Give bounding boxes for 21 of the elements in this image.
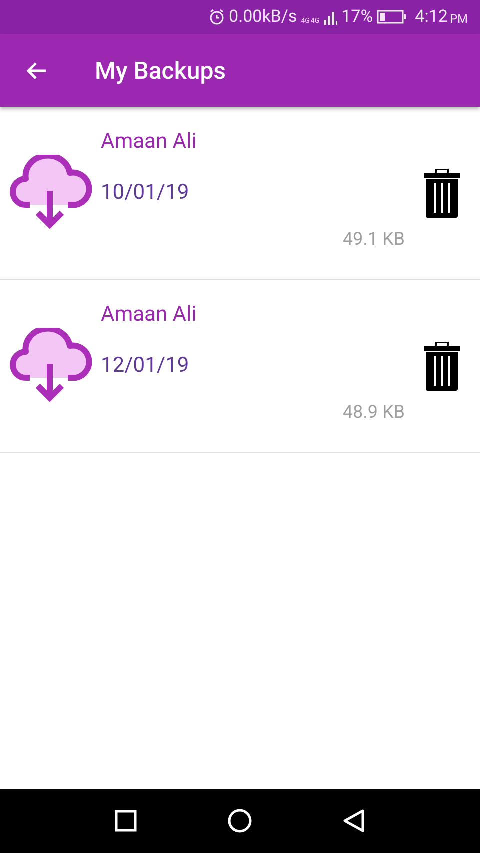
- backup-date: 10/01/19: [101, 180, 190, 206]
- battery-percent: 17%: [342, 7, 374, 27]
- cloud-download-icon[interactable]: [10, 155, 92, 231]
- alarm-icon: [209, 9, 226, 25]
- network-speed: 0.00kB/s: [229, 7, 298, 27]
- backup-name: Amaan Ali: [101, 302, 198, 328]
- cloud-download-icon[interactable]: [10, 328, 92, 404]
- clock-time: 4:12: [415, 7, 448, 27]
- delete-button[interactable]: [424, 168, 460, 218]
- backup-size: 48.9 KB: [342, 402, 405, 423]
- recents-button[interactable]: [115, 810, 138, 832]
- backup-date: 12/01/19: [101, 353, 190, 379]
- battery-icon: [377, 10, 408, 24]
- home-button[interactable]: [228, 809, 252, 833]
- back-nav-button[interactable]: [342, 809, 365, 833]
- backup-name: Amaan Ali: [101, 129, 198, 155]
- signal-icon: [324, 9, 338, 25]
- backup-size: 49.1 KB: [342, 229, 405, 250]
- clock-meridiem: PM: [450, 12, 468, 26]
- screen-title: My Backups: [95, 56, 226, 84]
- delete-button[interactable]: [424, 342, 460, 390]
